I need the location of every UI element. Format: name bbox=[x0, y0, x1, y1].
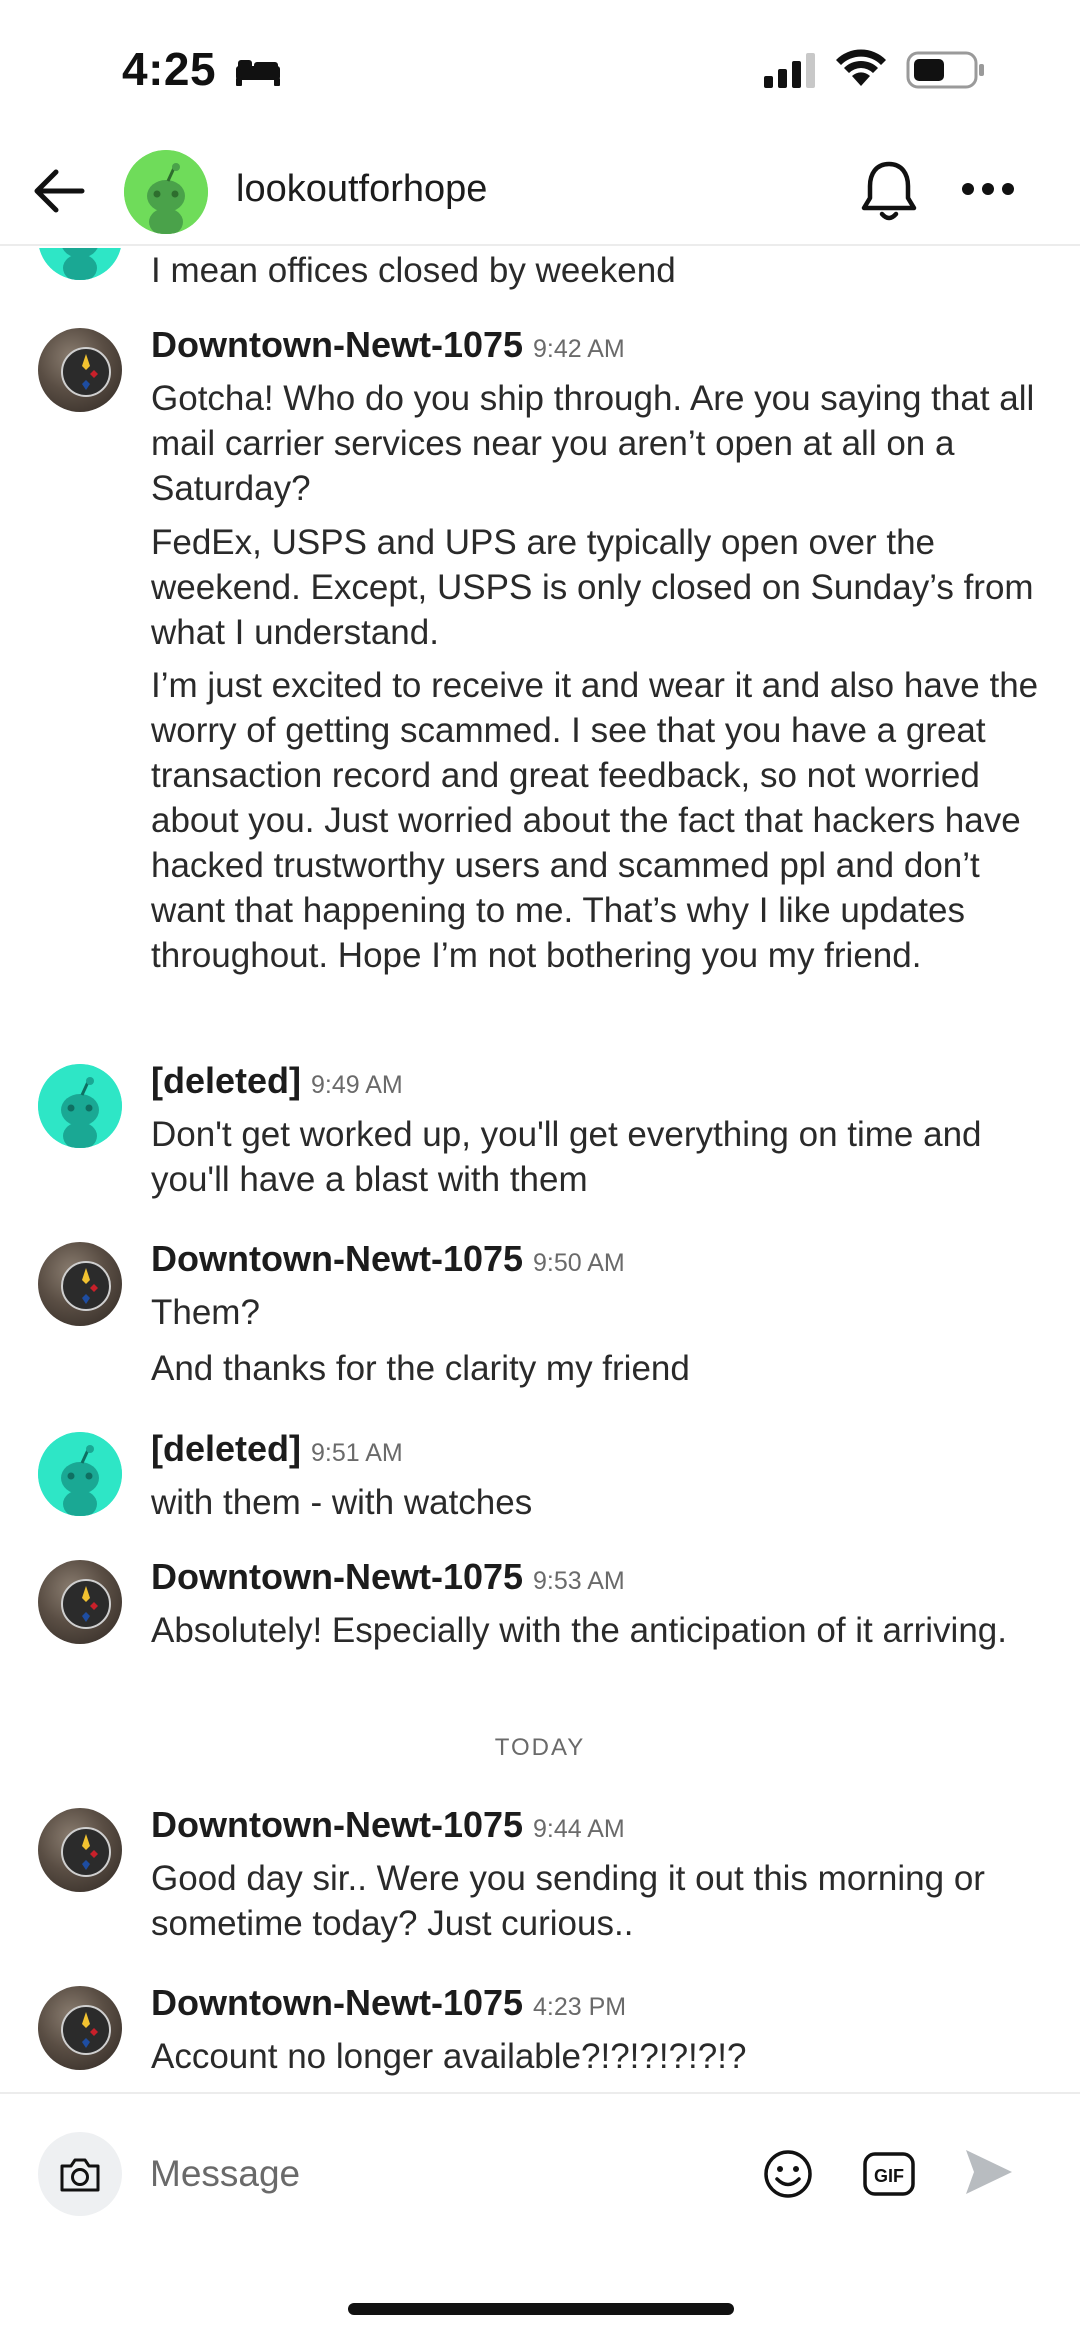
avatar-downtown-newt[interactable] bbox=[38, 1242, 122, 1326]
message-header: [deleted] 9:49 AM bbox=[151, 1060, 403, 1110]
snoo-avatar-icon bbox=[38, 1432, 122, 1516]
avatar-downtown-newt[interactable] bbox=[38, 1560, 122, 1644]
message-text: Absolutely! Especially with the anticipa… bbox=[151, 1611, 1007, 1650]
home-indicator[interactable] bbox=[348, 2303, 734, 2315]
status-bar: 4:25 bbox=[0, 0, 1080, 140]
message-author[interactable]: [deleted] bbox=[151, 1060, 301, 1101]
snoo-avatar-icon bbox=[38, 1064, 122, 1148]
message-timestamp: 9:49 AM bbox=[311, 1071, 403, 1099]
message-header: Downtown-Newt-1075 9:42 AM bbox=[151, 324, 625, 374]
message-header: Downtown-Newt-1075 9:44 AM bbox=[151, 1804, 625, 1854]
message-author[interactable]: Downtown-Newt-1075 bbox=[151, 1238, 523, 1279]
message-author[interactable]: Downtown-Newt-1075 bbox=[151, 1804, 523, 1845]
message-author[interactable]: Downtown-Newt-1075 bbox=[151, 1982, 523, 2023]
message-input[interactable] bbox=[150, 2144, 710, 2204]
message-header: Downtown-Newt-1075 4:23 PM bbox=[151, 1982, 626, 2032]
bell-icon[interactable] bbox=[858, 158, 920, 224]
message-text: with them - with watches bbox=[151, 1483, 533, 1522]
message-author[interactable]: Downtown-Newt-1075 bbox=[151, 1556, 523, 1597]
message-text: Good day sir.. Were you sending it out t… bbox=[151, 1859, 985, 1943]
message-text: Account no longer available?!?!?!?!?!? bbox=[151, 2037, 747, 2076]
message-text: I mean offices closed by weekend bbox=[151, 251, 676, 290]
steelers-logo-icon bbox=[61, 1827, 111, 1877]
message-text: I’m just excited to receive it and wear … bbox=[151, 666, 1039, 975]
avatar-deleted-user[interactable] bbox=[38, 248, 122, 280]
camera-button[interactable] bbox=[38, 2132, 122, 2216]
avatar-deleted-user[interactable] bbox=[38, 1064, 122, 1148]
camera-icon bbox=[60, 2158, 100, 2192]
message-author[interactable]: Downtown-Newt-1075 bbox=[151, 324, 523, 365]
message-timestamp: 9:42 AM bbox=[533, 335, 625, 363]
header-avatar[interactable] bbox=[124, 150, 208, 234]
message-text: Don't get worked up, you'll get everythi… bbox=[151, 1115, 982, 1199]
steelers-logo-icon bbox=[61, 1261, 111, 1311]
steelers-logo-icon bbox=[61, 2005, 111, 2055]
message-author[interactable]: [deleted] bbox=[151, 1428, 301, 1469]
message-timestamp: 9:44 AM bbox=[533, 1815, 625, 1843]
message-header: Downtown-Newt-1075 9:53 AM bbox=[151, 1556, 625, 1606]
snoo-avatar-icon bbox=[124, 150, 208, 234]
message-text: And thanks for the clarity my friend bbox=[151, 1349, 690, 1388]
message-timestamp: 9:51 AM bbox=[311, 1439, 403, 1467]
message-text: Them? bbox=[151, 1293, 260, 1332]
avatar-deleted-user[interactable] bbox=[38, 1432, 122, 1516]
more-options-icon[interactable] bbox=[960, 176, 1016, 202]
sleep-focus-icon bbox=[236, 60, 280, 86]
message-composer: GIF bbox=[0, 2092, 1080, 2252]
gif-icon[interactable]: GIF bbox=[862, 2150, 916, 2198]
message-timestamp: 9:53 AM bbox=[533, 1567, 625, 1595]
snoo-avatar-icon bbox=[39, 248, 121, 280]
back-arrow-icon[interactable] bbox=[30, 162, 88, 220]
battery-icon bbox=[906, 51, 984, 89]
chat-header: lookoutforhope bbox=[0, 140, 1080, 246]
message-list[interactable]: I mean offices closed by weekend Downtow… bbox=[0, 248, 1080, 2092]
chat-title[interactable]: lookoutforhope bbox=[236, 168, 487, 211]
status-time: 4:25 bbox=[122, 43, 217, 95]
message-text: FedEx, USPS and UPS are typically open o… bbox=[151, 523, 1034, 652]
message-timestamp: 9:50 AM bbox=[533, 1249, 625, 1277]
message-text: Gotcha! Who do you ship through. Are you… bbox=[151, 379, 1035, 508]
message-header: [deleted] 9:51 AM bbox=[151, 1428, 403, 1478]
message-timestamp: 4:23 PM bbox=[533, 1993, 627, 2021]
message-header: Downtown-Newt-1075 9:50 AM bbox=[151, 1238, 625, 1288]
cellular-signal-icon bbox=[764, 53, 815, 88]
steelers-logo-icon bbox=[61, 1579, 111, 1629]
avatar-downtown-newt[interactable] bbox=[38, 328, 122, 412]
gif-label: GIF bbox=[874, 2166, 904, 2186]
steelers-logo-icon bbox=[61, 347, 111, 397]
emoji-icon[interactable] bbox=[762, 2148, 814, 2200]
date-divider: TODAY bbox=[494, 1734, 586, 1761]
avatar-downtown-newt[interactable] bbox=[38, 1808, 122, 1892]
wifi-icon bbox=[836, 49, 886, 86]
avatar-downtown-newt[interactable] bbox=[38, 1986, 122, 2070]
send-icon[interactable] bbox=[960, 2144, 1016, 2200]
